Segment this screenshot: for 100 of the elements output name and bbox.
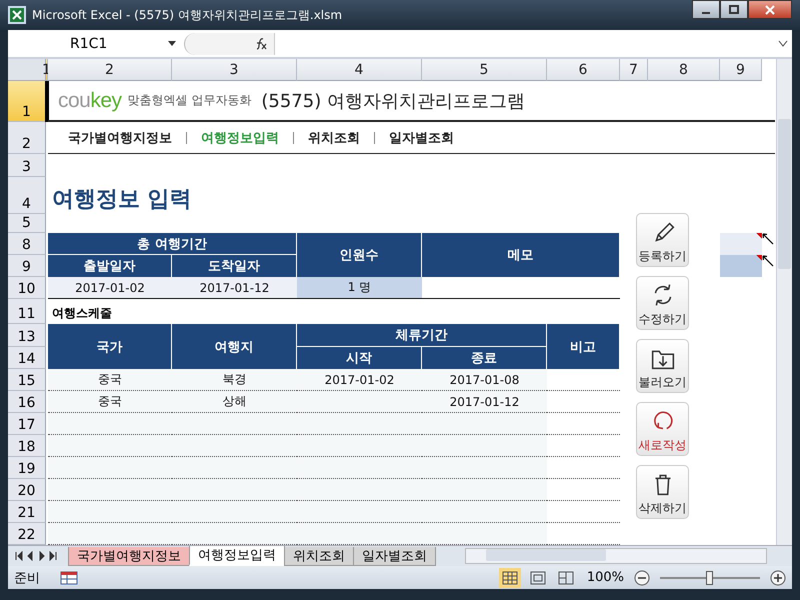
table-cell[interactable]: 중국	[48, 369, 172, 391]
maximize-icon	[728, 4, 740, 14]
logo: coukey	[58, 88, 122, 112]
normal-view-icon[interactable]	[498, 568, 521, 588]
minimize-icon	[702, 12, 710, 14]
maximize-button[interactable]	[720, 0, 748, 19]
table-cell[interactable]	[422, 413, 547, 435]
section-label: 여행스케줄	[52, 305, 112, 322]
macro-button[interactable]: 등록하기	[636, 213, 689, 267]
row-header[interactable]: 14	[8, 347, 46, 369]
close-icon	[764, 4, 776, 14]
macro-button[interactable]: 삭제하기	[636, 465, 689, 519]
horizontal-scrollbar[interactable]	[465, 548, 767, 564]
expand-icon[interactable]	[778, 40, 788, 48]
table-cell[interactable]: 2017-01-12	[422, 391, 547, 413]
table-header: 출발일자	[48, 255, 172, 277]
row-header[interactable]: 18	[8, 435, 46, 457]
function-icon[interactable]	[254, 38, 268, 50]
row-header[interactable]: 16	[8, 391, 46, 413]
row-header[interactable]: 5	[8, 214, 46, 233]
comment-cell[interactable]	[720, 233, 762, 255]
row-header[interactable]: 1	[8, 81, 46, 122]
table-header: 여행지	[172, 324, 297, 369]
column-header[interactable]: 6	[547, 59, 620, 81]
table-cell[interactable]	[422, 501, 547, 523]
row-header[interactable]: 20	[8, 479, 46, 501]
macro-button[interactable]: 수정하기	[636, 276, 689, 330]
row-header[interactable]: 19	[8, 457, 46, 479]
row-header[interactable]: 3	[8, 154, 46, 177]
table-cell[interactable]: 2017-01-08	[422, 369, 547, 391]
table-cell[interactable]: 2017-01-02	[297, 369, 422, 391]
vertical-scrollbar[interactable]	[776, 59, 792, 545]
row-header[interactable]: 11	[8, 299, 46, 324]
table-cell[interactable]	[48, 523, 172, 545]
window-title: Microsoft Excel - (5575) 여행자위치관리프로그램.xlsm	[32, 6, 344, 24]
nav-link[interactable]: 위치조회	[308, 128, 360, 146]
table-header: 시작	[297, 347, 422, 369]
row-header[interactable]: 21	[8, 501, 46, 523]
row-header[interactable]: 4	[8, 177, 46, 214]
sheet-icon[interactable]	[60, 570, 78, 584]
program-title: (5575) 여행자위치관리프로그램	[261, 90, 525, 112]
page-title: 여행정보 입력	[52, 186, 192, 214]
zoom-in-icon[interactable]	[770, 570, 786, 586]
sheet-tab[interactable]: 일자별조회	[353, 546, 436, 566]
table-cell[interactable]: 북경	[172, 369, 297, 391]
table-cell[interactable]	[48, 435, 172, 457]
table-header: 국가	[48, 324, 172, 369]
table-cell[interactable]	[48, 413, 172, 435]
column-header[interactable]: 8	[648, 59, 720, 81]
table-cell[interactable]	[422, 457, 547, 479]
minimize-button[interactable]	[692, 0, 720, 19]
zoom-level[interactable]: 100%	[586, 570, 624, 585]
zoom-out-icon[interactable]	[634, 570, 650, 586]
column-header[interactable]: 4	[297, 59, 422, 81]
column-header[interactable]: 9	[720, 59, 762, 81]
active-cell[interactable]	[45, 81, 49, 122]
macro-button[interactable]: 새로작성	[636, 402, 689, 456]
sheet-tab[interactable]: 여행정보입력	[189, 546, 285, 566]
table-cell[interactable]	[422, 479, 547, 501]
row-header[interactable]: 13	[8, 324, 46, 347]
table-cell[interactable]	[48, 479, 172, 501]
table-header: 총 여행기간	[48, 233, 297, 255]
row-header[interactable]: 2	[8, 122, 46, 154]
name-box[interactable]: R1C1	[8, 32, 184, 56]
close-button[interactable]	[748, 0, 792, 19]
nav-link[interactable]: 국가별여행지정보	[68, 128, 172, 146]
table-cell[interactable]: 2017-01-12	[172, 277, 297, 299]
table-cell[interactable]: 1 명	[297, 277, 422, 299]
table-header: 메모	[422, 233, 620, 277]
excel-icon[interactable]	[8, 6, 26, 24]
row-header[interactable]: 10	[8, 277, 46, 299]
comment-arrow-icon	[762, 255, 774, 267]
row-header[interactable]: 22	[8, 523, 46, 545]
column-header[interactable]: 3	[172, 59, 297, 81]
nav-link[interactable]: 여행정보입력	[201, 128, 279, 146]
tagline: 맞춤형엑셀 업무자동화	[128, 92, 252, 109]
row-header[interactable]: 8	[8, 233, 46, 255]
row-header[interactable]: 17	[8, 413, 46, 435]
column-header[interactable]: 5	[422, 59, 547, 81]
table-cell[interactable]: 상해	[172, 391, 297, 413]
table-header: 비고	[547, 324, 620, 369]
table-cell[interactable]	[422, 523, 547, 545]
table-cell[interactable]	[422, 435, 547, 457]
column-header[interactable]: 7	[620, 59, 648, 81]
macro-button[interactable]: 불러오기	[636, 339, 689, 393]
table-header: 도착일자	[172, 255, 297, 277]
comment-cell[interactable]	[720, 255, 762, 277]
sheet-tab[interactable]: 국가별여행지정보	[68, 546, 190, 566]
row-header[interactable]: 15	[8, 369, 46, 391]
table-cell[interactable]: 2017-01-02	[48, 277, 172, 299]
table-cell[interactable]	[48, 501, 172, 523]
table-cell[interactable]	[48, 457, 172, 479]
nav-link[interactable]: 일자별조회	[389, 128, 454, 146]
sheet-tab[interactable]: 위치조회	[284, 546, 354, 566]
row-header[interactable]: 9	[8, 255, 46, 277]
table-header: 인원수	[297, 233, 422, 277]
table-cell[interactable]: 중국	[48, 391, 172, 413]
comment-arrow-icon	[762, 233, 774, 245]
table-header: 체류기간	[297, 324, 547, 347]
column-header[interactable]: 2	[48, 59, 172, 81]
